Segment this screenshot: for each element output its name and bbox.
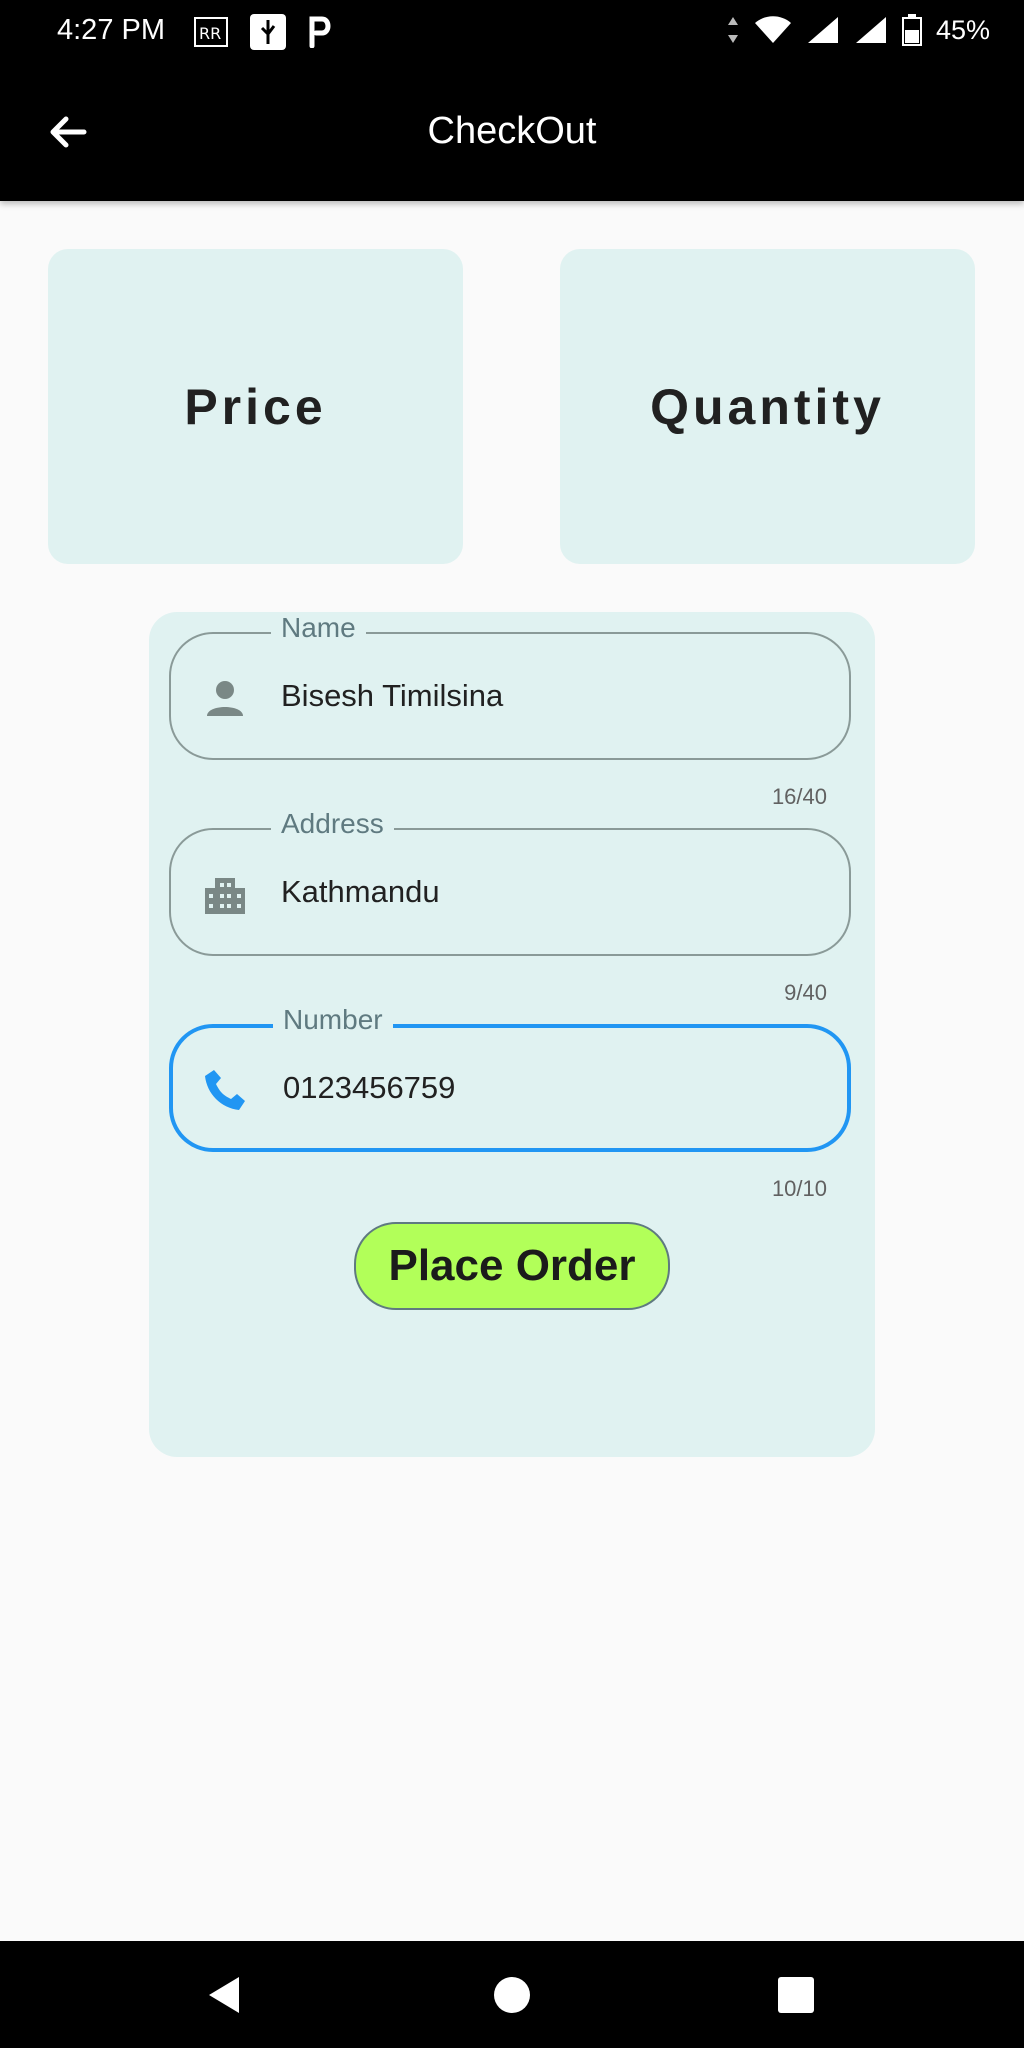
back-triangle-icon[interactable] <box>201 1971 249 2019</box>
battery-icon <box>901 14 922 46</box>
svg-text:RR: RR <box>199 24 221 43</box>
price-label: Price <box>184 378 327 435</box>
battery-percent: 45% <box>935 14 990 45</box>
app-bar: CheckOut <box>0 66 1024 201</box>
status-bar: 4:27 PM RR 45% <box>0 0 1024 66</box>
rr-icon: RR <box>194 17 228 47</box>
price-card: Price <box>48 249 463 564</box>
wifi-icon <box>754 16 791 43</box>
quantity-card: Quantity <box>560 249 975 564</box>
signal-icon <box>855 17 886 43</box>
address-field[interactable]: Address <box>169 808 851 956</box>
parking-icon <box>309 16 331 48</box>
recents-square-icon[interactable] <box>772 1971 820 2019</box>
name-field[interactable]: Name <box>169 612 851 760</box>
page-title: CheckOut <box>427 110 597 152</box>
checkout-form: Name 16/40 Address 9/40 Number <box>149 612 875 1457</box>
number-counter: 10/10 <box>771 1176 827 1201</box>
name-counter: 16/40 <box>771 784 827 809</box>
person-icon <box>207 681 243 716</box>
phone-icon <box>205 1070 245 1110</box>
home-circle-icon[interactable] <box>488 1971 536 2019</box>
address-input[interactable] <box>281 864 821 920</box>
quantity-label: Quantity <box>650 378 885 435</box>
name-field-label: Name <box>271 612 366 644</box>
number-field-label: Number <box>273 1004 393 1036</box>
name-input[interactable] <box>281 668 821 724</box>
address-counter: 9/40 <box>784 980 827 1005</box>
place-order-button[interactable]: Place Order <box>354 1222 670 1310</box>
data-arrows-icon <box>727 17 738 43</box>
number-input[interactable] <box>283 1060 823 1116</box>
system-nav-bar <box>0 1941 1024 2048</box>
number-field[interactable]: Number <box>169 1004 851 1152</box>
usb-icon <box>250 14 286 50</box>
signal-icon <box>807 17 838 43</box>
address-field-label: Address <box>271 808 394 840</box>
building-icon <box>205 878 245 914</box>
status-time: 4:27 PM <box>57 14 165 46</box>
